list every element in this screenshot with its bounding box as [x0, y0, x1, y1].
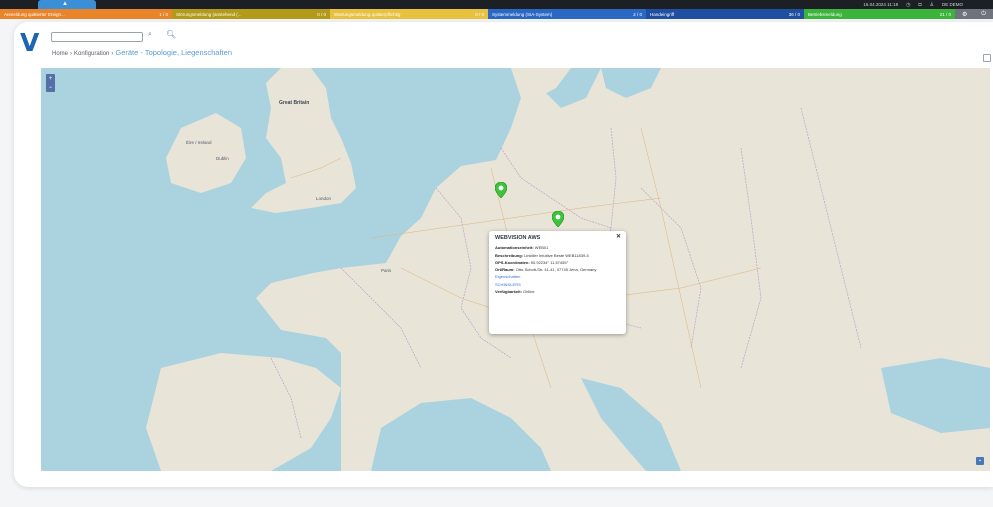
great-britain-land	[251, 68, 356, 213]
popup-detail-row: GPS-Koordinaten: 50.92234° 11.57455°	[495, 260, 620, 265]
availability-key: Verfügbarkeit:	[495, 289, 522, 295]
popup-detail-value: WEB01	[534, 245, 549, 251]
popup-availability: Verfügbarkeit: Online	[495, 289, 620, 294]
status-strip-label: Störungsmeldung (anstehend (...	[176, 11, 242, 17]
status-strip-label: Systemmeldung (SIA-System)	[492, 11, 553, 17]
clock-icon[interactable]: ◷	[906, 2, 910, 8]
map-label-paris: Paris	[381, 268, 392, 273]
search-icon[interactable]: ⌕	[148, 31, 152, 39]
status-strip-count: 21 / 0	[939, 11, 951, 17]
close-icon[interactable]: ✕	[616, 234, 621, 240]
device-marker[interactable]	[495, 182, 507, 198]
popup-detail-row: Beschreibung: Linktiler Intuitive Beste …	[495, 253, 620, 258]
alarm-status-strip: Anmeldung quittierter Ereign... 1 / 0 Stör…	[0, 9, 993, 19]
app-logo[interactable]: V	[20, 30, 39, 55]
map-label-great-britain: Great Britain	[279, 100, 310, 106]
denmark-land	[511, 68, 571, 98]
status-strip-item[interactable]: Handeingriff 36 / 0	[646, 9, 804, 19]
power-icon[interactable]: ⏻	[981, 11, 986, 18]
map-label-ireland: Éire / Ireland	[186, 140, 212, 145]
popup-detail-key: Beschreibung:	[495, 252, 524, 258]
status-strip-item[interactable]: Systemmeldung (SIA-System) 2 / 0	[488, 9, 646, 19]
status-strip-count: 0 / 0	[475, 11, 484, 17]
popup-detail-key: Automationseinheit:	[495, 245, 534, 251]
status-strip-item[interactable]: Wartungsmeldung quittierpflichtig 0 / 0	[330, 9, 488, 19]
status-strip-item[interactable]: Anmeldung quittierter Ereign... 1 / 0	[0, 9, 172, 19]
popup-detail-value: Otto-Schott-Str. 41-41, 07745 Jena, Germ…	[515, 267, 597, 273]
popup-link-eigenschaften[interactable]: Eigenschaften	[495, 274, 620, 279]
user-icon[interactable]: ♙	[930, 2, 934, 8]
top-right-info: 16.04.2024 11:18 ◷ ◘ ♙ DE DEMO	[863, 0, 963, 9]
datetime: 16.04.2024 11:18	[863, 2, 899, 7]
home-icon: ▲	[62, 1, 68, 7]
availability-value: Online	[523, 289, 535, 295]
popup-detail-row: Ort/Raum: Otto-Schott-Str. 41-41, 07745 …	[495, 267, 620, 272]
popup-detail-value: 50.92234° 11.57455°	[530, 259, 569, 265]
status-strip-item[interactable]: Störungsmeldung (anstehend (... 0 / 0	[172, 9, 330, 19]
breadcrumb-konfiguration[interactable]: Konfiguration	[74, 51, 109, 57]
magnifier-icon[interactable]: 🔍︎	[166, 30, 176, 39]
breadcrumb-separator: ›	[70, 51, 73, 57]
settings-icon[interactable]: ⚙	[962, 11, 967, 18]
breadcrumb-separator: ›	[111, 51, 114, 57]
status-strip-label: Handeingriff	[650, 11, 675, 17]
expand-icon[interactable]	[983, 54, 991, 62]
zoom-out-icon[interactable]: −	[49, 85, 53, 91]
ireland-land	[166, 113, 246, 193]
popup-detail-key: GPS-Koordinaten:	[495, 259, 530, 265]
breadcrumb-current: Geräte - Topologie, Liegenschaften	[115, 48, 232, 57]
strip-actions: ⚙ ⏻	[955, 9, 993, 19]
status-strip-count: 36 / 0	[788, 11, 800, 17]
status-strip-count: 0 / 0	[317, 11, 326, 17]
status-strip-count: 1 / 0	[159, 11, 168, 17]
status-strip-label: Wartungsmeldung quittierpflichtig	[334, 11, 401, 17]
search-input[interactable]	[51, 32, 143, 42]
status-strip-label: Anmeldung quittierter Ereign...	[4, 11, 65, 17]
user-name[interactable]: DE DEMO	[942, 2, 963, 7]
bell-icon[interactable]: ◘	[918, 2, 921, 8]
popup-link-schindlers[interactable]: SCHINDLERS	[495, 282, 620, 287]
popup-title: WEBVISION AWS	[495, 235, 541, 241]
app-window: ▲ 16.04.2024 11:18 ◷ ◘ ♙ DE DEMO Anmeldu…	[0, 0, 993, 507]
status-strip-item[interactable]: Betriebsmeldung 21 / 0	[804, 9, 955, 19]
zoom-in-icon[interactable]: +	[49, 76, 53, 82]
device-info-popup: WEBVISION AWS ✕ Automationseinheit: WEB0…	[489, 231, 626, 334]
map-label-london: London	[316, 196, 332, 201]
zoom-control[interactable]: + −	[46, 74, 55, 92]
popup-detail-value: Linktiler Intuitive Beste WEB11839-5	[524, 252, 589, 258]
map-label-dublin: Dublin	[216, 156, 229, 161]
status-strip-label: Betriebsmeldung	[808, 11, 842, 17]
popup-detail-row: Automationseinheit: WEB01	[495, 245, 620, 250]
breadcrumb: Home › Konfiguration › Geräte - Topologie, L…	[52, 48, 232, 57]
device-marker-selected[interactable]	[552, 211, 564, 227]
status-strip-count: 2 / 0	[633, 11, 642, 17]
popup-detail-key: Ort/Raum:	[495, 267, 515, 273]
breadcrumb-home[interactable]: Home	[52, 51, 68, 57]
home-tab[interactable]: ▲	[38, 0, 96, 9]
popup-details: Automationseinheit: WEB01 Beschreibung: L…	[495, 245, 620, 272]
layers-icon[interactable]: ▪	[976, 457, 984, 465]
iberia-land	[146, 353, 341, 471]
top-bar: ▲ 16.04.2024 11:18 ◷ ◘ ♙ DE DEMO	[0, 0, 993, 9]
